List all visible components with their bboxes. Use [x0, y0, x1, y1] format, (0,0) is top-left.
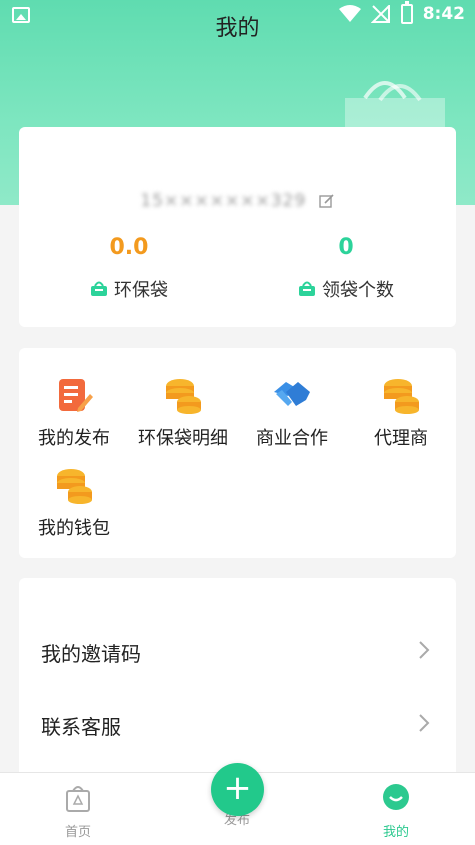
coins-icon	[166, 379, 201, 414]
menu-item-label: 代理商	[374, 428, 428, 449]
tab-home[interactable]: 首页	[38, 783, 118, 840]
stat-bags-label: 环保袋	[114, 280, 168, 301]
stat-received[interactable]: 0 领袋个数	[246, 235, 446, 302]
list-item-invite-code[interactable]: 我的邀请码	[19, 630, 456, 670]
menu-item-bag-details[interactable]: 环保袋明细	[128, 376, 238, 450]
menu-item-label: 我的发布	[38, 428, 110, 449]
menu-grid-card: 我的发布 环保袋明细 商业合作 代理商 我的钱包	[19, 348, 456, 558]
bag-icon	[299, 281, 315, 296]
chevron-right-icon	[419, 641, 430, 659]
menu-item-label: 商业合作	[256, 428, 328, 449]
stat-bags[interactable]: 0.0 环保袋	[29, 235, 229, 302]
menu-item-wallet[interactable]: 我的钱包	[19, 466, 129, 540]
profile-card: 15×××××××329 0.0 环保袋 0 领袋个数	[19, 127, 456, 327]
stat-bags-value: 0.0	[109, 235, 149, 260]
stat-received-label: 领袋个数	[322, 280, 394, 301]
page-title: 我的	[215, 16, 260, 41]
menu-item-label: 环保袋明细	[138, 428, 228, 449]
tab-home-label: 首页	[64, 825, 91, 840]
home-bag-icon	[66, 786, 90, 812]
menu-item-business[interactable]: 商业合作	[237, 376, 347, 450]
bag-icon	[91, 281, 107, 296]
list-item-customer-service[interactable]: 联系客服	[19, 703, 456, 743]
username-row: 15×××××××329	[19, 191, 456, 211]
settings-list-card: 我的邀请码 联系客服	[19, 578, 456, 778]
menu-item-label: 我的钱包	[38, 518, 110, 539]
edit-doc-icon	[59, 379, 93, 412]
list-item-label: 联系客服	[41, 715, 121, 739]
handshake-icon	[274, 382, 310, 406]
publish-plus-button[interactable]: +	[211, 763, 264, 816]
coins-icon	[384, 379, 419, 414]
tab-mine-label: 我的	[382, 825, 409, 840]
tab-mine[interactable]: 我的	[356, 783, 436, 840]
smile-face-icon	[383, 784, 409, 810]
chevron-right-icon	[419, 714, 430, 732]
list-item-label: 我的邀请码	[41, 642, 141, 666]
username: 15×××××××329	[140, 191, 307, 211]
menu-item-my-posts[interactable]: 我的发布	[19, 376, 129, 450]
edit-icon[interactable]	[318, 193, 335, 209]
stat-received-value: 0	[338, 235, 354, 260]
menu-item-agent[interactable]: 代理商	[346, 376, 456, 450]
coins-icon	[57, 469, 92, 504]
